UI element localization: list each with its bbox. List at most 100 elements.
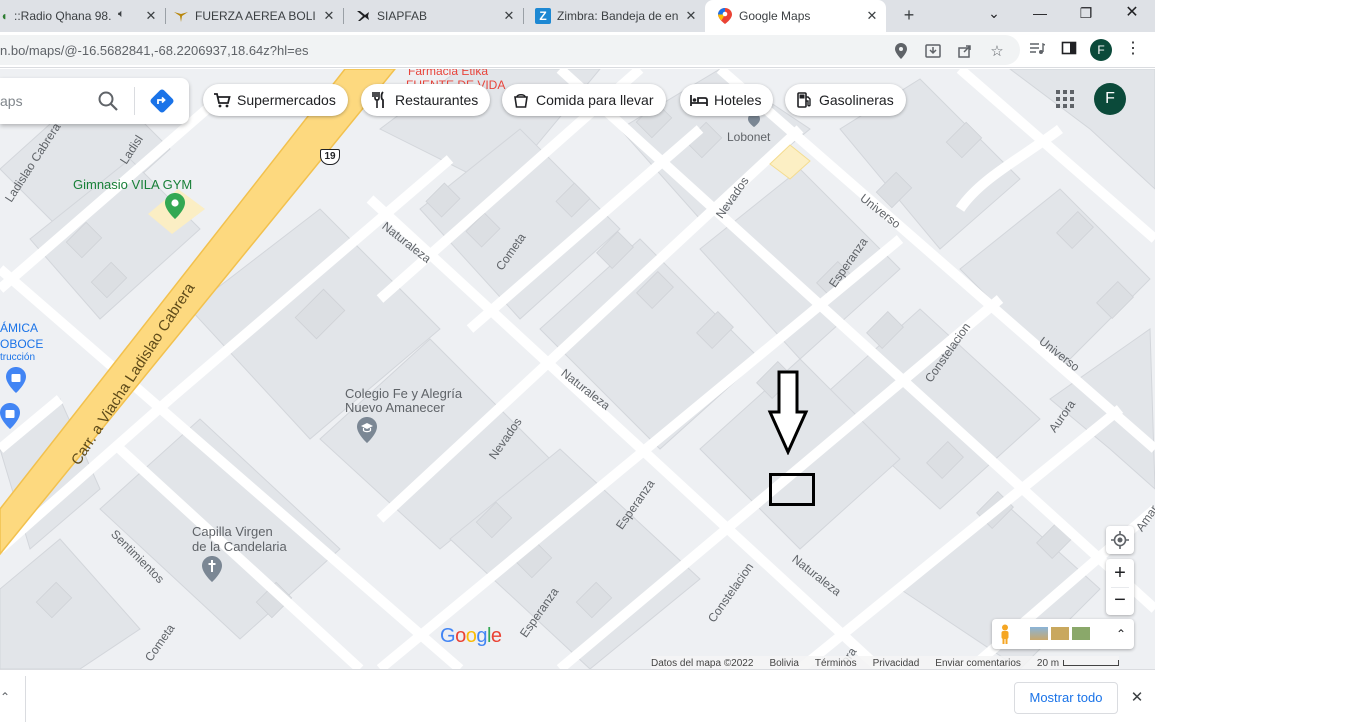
feedback-link[interactable]: Enviar comentarios	[935, 658, 1021, 669]
chip-label: Gasolineras	[819, 92, 894, 108]
search-input[interactable]: aps	[0, 93, 23, 109]
tab-fuerza-aerea[interactable]: FUERZA AEREA BOLIV ✕	[165, 0, 344, 32]
google-apps-icon[interactable]	[1054, 88, 1076, 110]
chip-label: Comida para llevar	[536, 92, 654, 108]
fuel-icon	[795, 91, 813, 109]
my-location-button[interactable]	[1106, 526, 1134, 554]
chip-gasolineras[interactable]: Gasolineras	[785, 84, 906, 116]
chip-restaurantes[interactable]: Restaurantes	[361, 84, 491, 116]
search-box: aps	[0, 78, 189, 124]
tab-title: FUERZA AEREA BOLIV	[195, 9, 315, 23]
media-control-icon[interactable]	[1029, 40, 1045, 56]
map-label-ceramica[interactable]: ÁMICA	[0, 321, 38, 335]
annotation-arrow	[766, 369, 810, 455]
chip-hoteles[interactable]: Hoteles	[680, 84, 774, 116]
tab-title: ::Radio Qhana 98.	[14, 9, 112, 23]
google-logo: Google	[440, 625, 502, 647]
terrain-layer-thumb[interactable]	[1051, 627, 1069, 640]
street-layer-thumb[interactable]	[1072, 627, 1090, 640]
tab-google-maps[interactable]: Google Maps ✕	[705, 0, 886, 32]
profile-avatar[interactable]: F	[1090, 39, 1112, 61]
kebab-menu-icon[interactable]: ⋮	[1125, 40, 1141, 57]
map-label-farmacia[interactable]: Farmacia Etika	[408, 69, 488, 78]
close-tab-icon[interactable]: ✕	[683, 8, 699, 24]
close-tab-icon[interactable]: ✕	[321, 8, 337, 24]
map-label-ceramica-line3[interactable]: trucción	[0, 352, 35, 363]
audio-playing-icon[interactable]: 🔈︎	[118, 8, 132, 24]
side-panel-icon[interactable]	[1061, 40, 1077, 56]
school-pin-icon[interactable]	[357, 417, 377, 443]
map-label-lobonet[interactable]: Lobonet	[727, 130, 770, 144]
show-all-button[interactable]: Mostrar todo	[1014, 682, 1118, 714]
close-download-bar-icon[interactable]: ✕	[1128, 689, 1146, 707]
close-window-button[interactable]: ✕	[1112, 0, 1152, 28]
satellite-layer-thumb[interactable]	[1030, 627, 1048, 640]
map-label-gimnasio[interactable]: Gimnasio VILA GYM	[73, 177, 192, 192]
map-label-colegio[interactable]: Colegio Fe y Alegría	[345, 387, 462, 401]
scale-label[interactable]: 20 m	[1037, 658, 1059, 669]
fab-wings-favicon-icon	[173, 8, 189, 24]
map-label-capilla-line2[interactable]: de la Candelaria	[192, 540, 287, 554]
chip-comida-para-llevar[interactable]: Comida para llevar	[502, 84, 666, 116]
chip-label: Supermercados	[237, 92, 336, 108]
download-bar: ⌃ Mostrar todo ✕	[0, 669, 1155, 728]
pegman-icon[interactable]	[998, 624, 1012, 644]
cart-icon	[213, 91, 231, 109]
map-label-colegio-line2[interactable]: Nuevo Amanecer	[345, 401, 445, 415]
address-bar[interactable]: n.bo/maps/@-16.5682841,-68.2206937,18.64…	[0, 35, 1020, 65]
chip-label: Hoteles	[714, 92, 762, 108]
zoom-controls: + −	[1106, 559, 1134, 615]
map-canvas[interactable]: Farmacia Etika FUENTE DE VIDA Lobonet Gi…	[0, 69, 1155, 669]
church-pin-icon[interactable]	[202, 556, 222, 582]
tab-radio-qhana[interactable]: ◖ ::Radio Qhana 98. 🔈︎ ✕	[0, 0, 166, 32]
share-icon[interactable]	[957, 43, 973, 59]
shopping-pin-icon[interactable]	[0, 403, 20, 429]
location-pin-icon[interactable]	[893, 43, 909, 59]
tab-title: Google Maps	[739, 9, 811, 23]
zoom-out-button[interactable]: −	[1106, 588, 1134, 615]
browser-window: ◖ ::Radio Qhana 98. 🔈︎ ✕ FUERZA AEREA BO…	[0, 0, 1155, 728]
tab-title: Zimbra: Bandeja de en	[557, 9, 679, 23]
tab-siapfab[interactable]: SIAPFAB ✕	[343, 0, 524, 32]
gym-pin-icon[interactable]	[165, 193, 185, 219]
minimize-button[interactable]: —	[1020, 0, 1060, 28]
download-divider	[25, 676, 26, 722]
bookmark-star-icon[interactable]: ☆	[989, 43, 1005, 60]
close-tab-icon[interactable]: ✕	[501, 8, 517, 24]
radio-favicon-icon: ◖	[0, 9, 8, 23]
desktop-background	[1155, 0, 1366, 728]
expand-layers-icon[interactable]: ⌃	[1114, 625, 1128, 643]
chip-supermercados[interactable]: Supermercados	[203, 84, 348, 116]
url-text[interactable]: n.bo/maps/@-16.5682841,-68.2206937,18.64…	[0, 43, 308, 58]
terms-link[interactable]: Términos	[815, 658, 857, 669]
jet-favicon-icon	[355, 8, 371, 24]
privacy-link[interactable]: Privacidad	[873, 658, 920, 669]
tab-search-chevron-icon[interactable]: ⌄	[974, 0, 1014, 28]
annotation-rectangle	[769, 473, 815, 506]
chevron-up-icon[interactable]: ⌃	[0, 690, 12, 706]
new-tab-button[interactable]: +	[898, 4, 920, 26]
route-19-badge: 19	[320, 149, 340, 165]
account-avatar[interactable]: F	[1094, 83, 1126, 115]
restore-button[interactable]: ❐	[1066, 0, 1106, 28]
map-label-ceramica-line2[interactable]: OBOCE	[0, 337, 43, 351]
install-app-icon[interactable]	[925, 43, 941, 59]
screen: ◖ ::Radio Qhana 98. 🔈︎ ✕ FUERZA AEREA BO…	[0, 0, 1366, 728]
map-tiles	[0, 69, 1155, 669]
map-attribution: Datos del mapa ©2022 Bolivia Términos Pr…	[651, 656, 1120, 669]
chip-label: Restaurantes	[395, 92, 479, 108]
close-tab-icon[interactable]: ✕	[143, 8, 159, 24]
map-label-capilla[interactable]: Capilla Virgen	[192, 525, 273, 539]
shopping-pin-icon[interactable]	[6, 367, 26, 393]
directions-icon[interactable]	[149, 88, 175, 114]
zimbra-favicon-icon: Z	[535, 8, 551, 24]
tab-strip: ◖ ::Radio Qhana 98. 🔈︎ ✕ FUERZA AEREA BO…	[0, 0, 1155, 32]
country-link[interactable]: Bolivia	[769, 658, 798, 669]
my-location-icon	[1111, 531, 1129, 549]
search-icon[interactable]	[96, 89, 120, 113]
google-maps-favicon-icon	[717, 8, 733, 24]
tab-zimbra[interactable]: Z Zimbra: Bandeja de en ✕	[523, 0, 705, 32]
zoom-in-button[interactable]: +	[1106, 559, 1134, 587]
close-tab-icon[interactable]: ✕	[864, 8, 880, 24]
fork-knife-icon	[371, 91, 389, 109]
